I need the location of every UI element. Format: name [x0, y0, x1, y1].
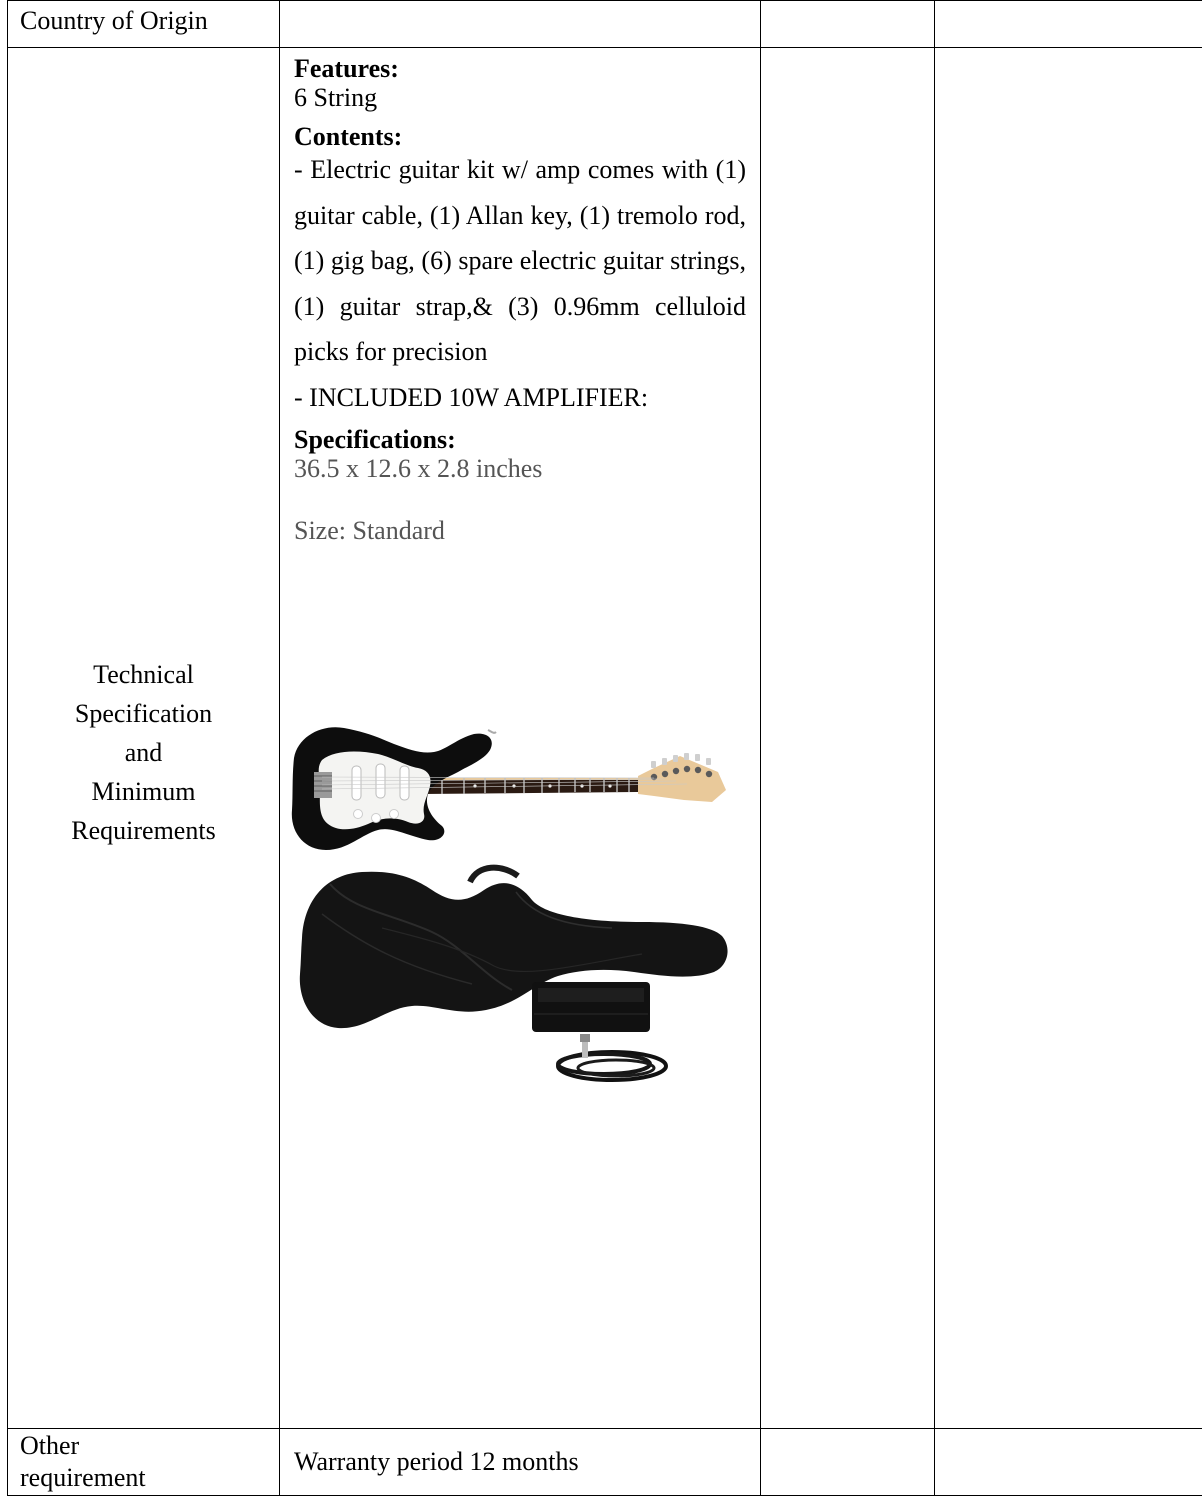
country-label-cell: Country of Origin: [8, 1, 280, 48]
product-image: [282, 714, 742, 1114]
technical-content-cell: Features: 6 String Contents: - Electric …: [280, 48, 761, 1429]
technical-label-line-2: Specification: [8, 694, 279, 733]
dimensions-text: 36.5 x 12.6 x 2.8 inches: [294, 454, 746, 484]
country-extra-cell-1: [761, 1, 935, 48]
country-extra-cell-2: [935, 1, 1202, 48]
specifications-heading: Specifications:: [294, 426, 746, 454]
other-label-line-1: Other: [20, 1430, 279, 1463]
other-row: Other requirement Warranty period 12 mon…: [8, 1429, 1202, 1496]
size-text: Size: Standard: [294, 516, 746, 546]
technical-label-line-4: Minimum: [8, 772, 279, 811]
other-label-line-2: requirement: [20, 1462, 279, 1495]
technical-extra-cell-1: [761, 48, 935, 1429]
guitar-cable-image: [558, 1034, 666, 1080]
technical-label-line-1: Technical: [8, 655, 279, 694]
electric-guitar-image: [292, 727, 726, 850]
gig-bag-image: [300, 867, 728, 1027]
other-label-cell: Other requirement: [8, 1429, 280, 1496]
technical-row: Technical Specification and Minimum Requ…: [8, 48, 1202, 1429]
contents-text: - Electric guitar kit w/ amp comes with …: [294, 147, 746, 375]
amplifier-text: - INCLUDED 10W AMPLIFIER:: [294, 375, 746, 420]
guitar-strap-image: [532, 982, 650, 1032]
warranty-text: Warranty period 12 months: [294, 1447, 579, 1476]
technical-label-line-3: and: [8, 733, 279, 772]
specification-table: Country of Origin Technical Specificatio…: [7, 0, 1202, 1496]
country-row: Country of Origin: [8, 1, 1202, 48]
features-value: 6 String: [294, 83, 746, 113]
country-label: Country of Origin: [20, 6, 208, 35]
technical-label-line-5: Requirements: [8, 811, 279, 850]
warranty-cell: Warranty period 12 months: [280, 1429, 761, 1496]
other-extra-cell-1: [761, 1429, 935, 1496]
other-extra-cell-2: [935, 1429, 1202, 1496]
technical-label-cell: Technical Specification and Minimum Requ…: [8, 48, 280, 1429]
country-value-cell: [280, 1, 761, 48]
technical-extra-cell-2: [935, 48, 1202, 1429]
features-heading: Features:: [294, 55, 746, 83]
